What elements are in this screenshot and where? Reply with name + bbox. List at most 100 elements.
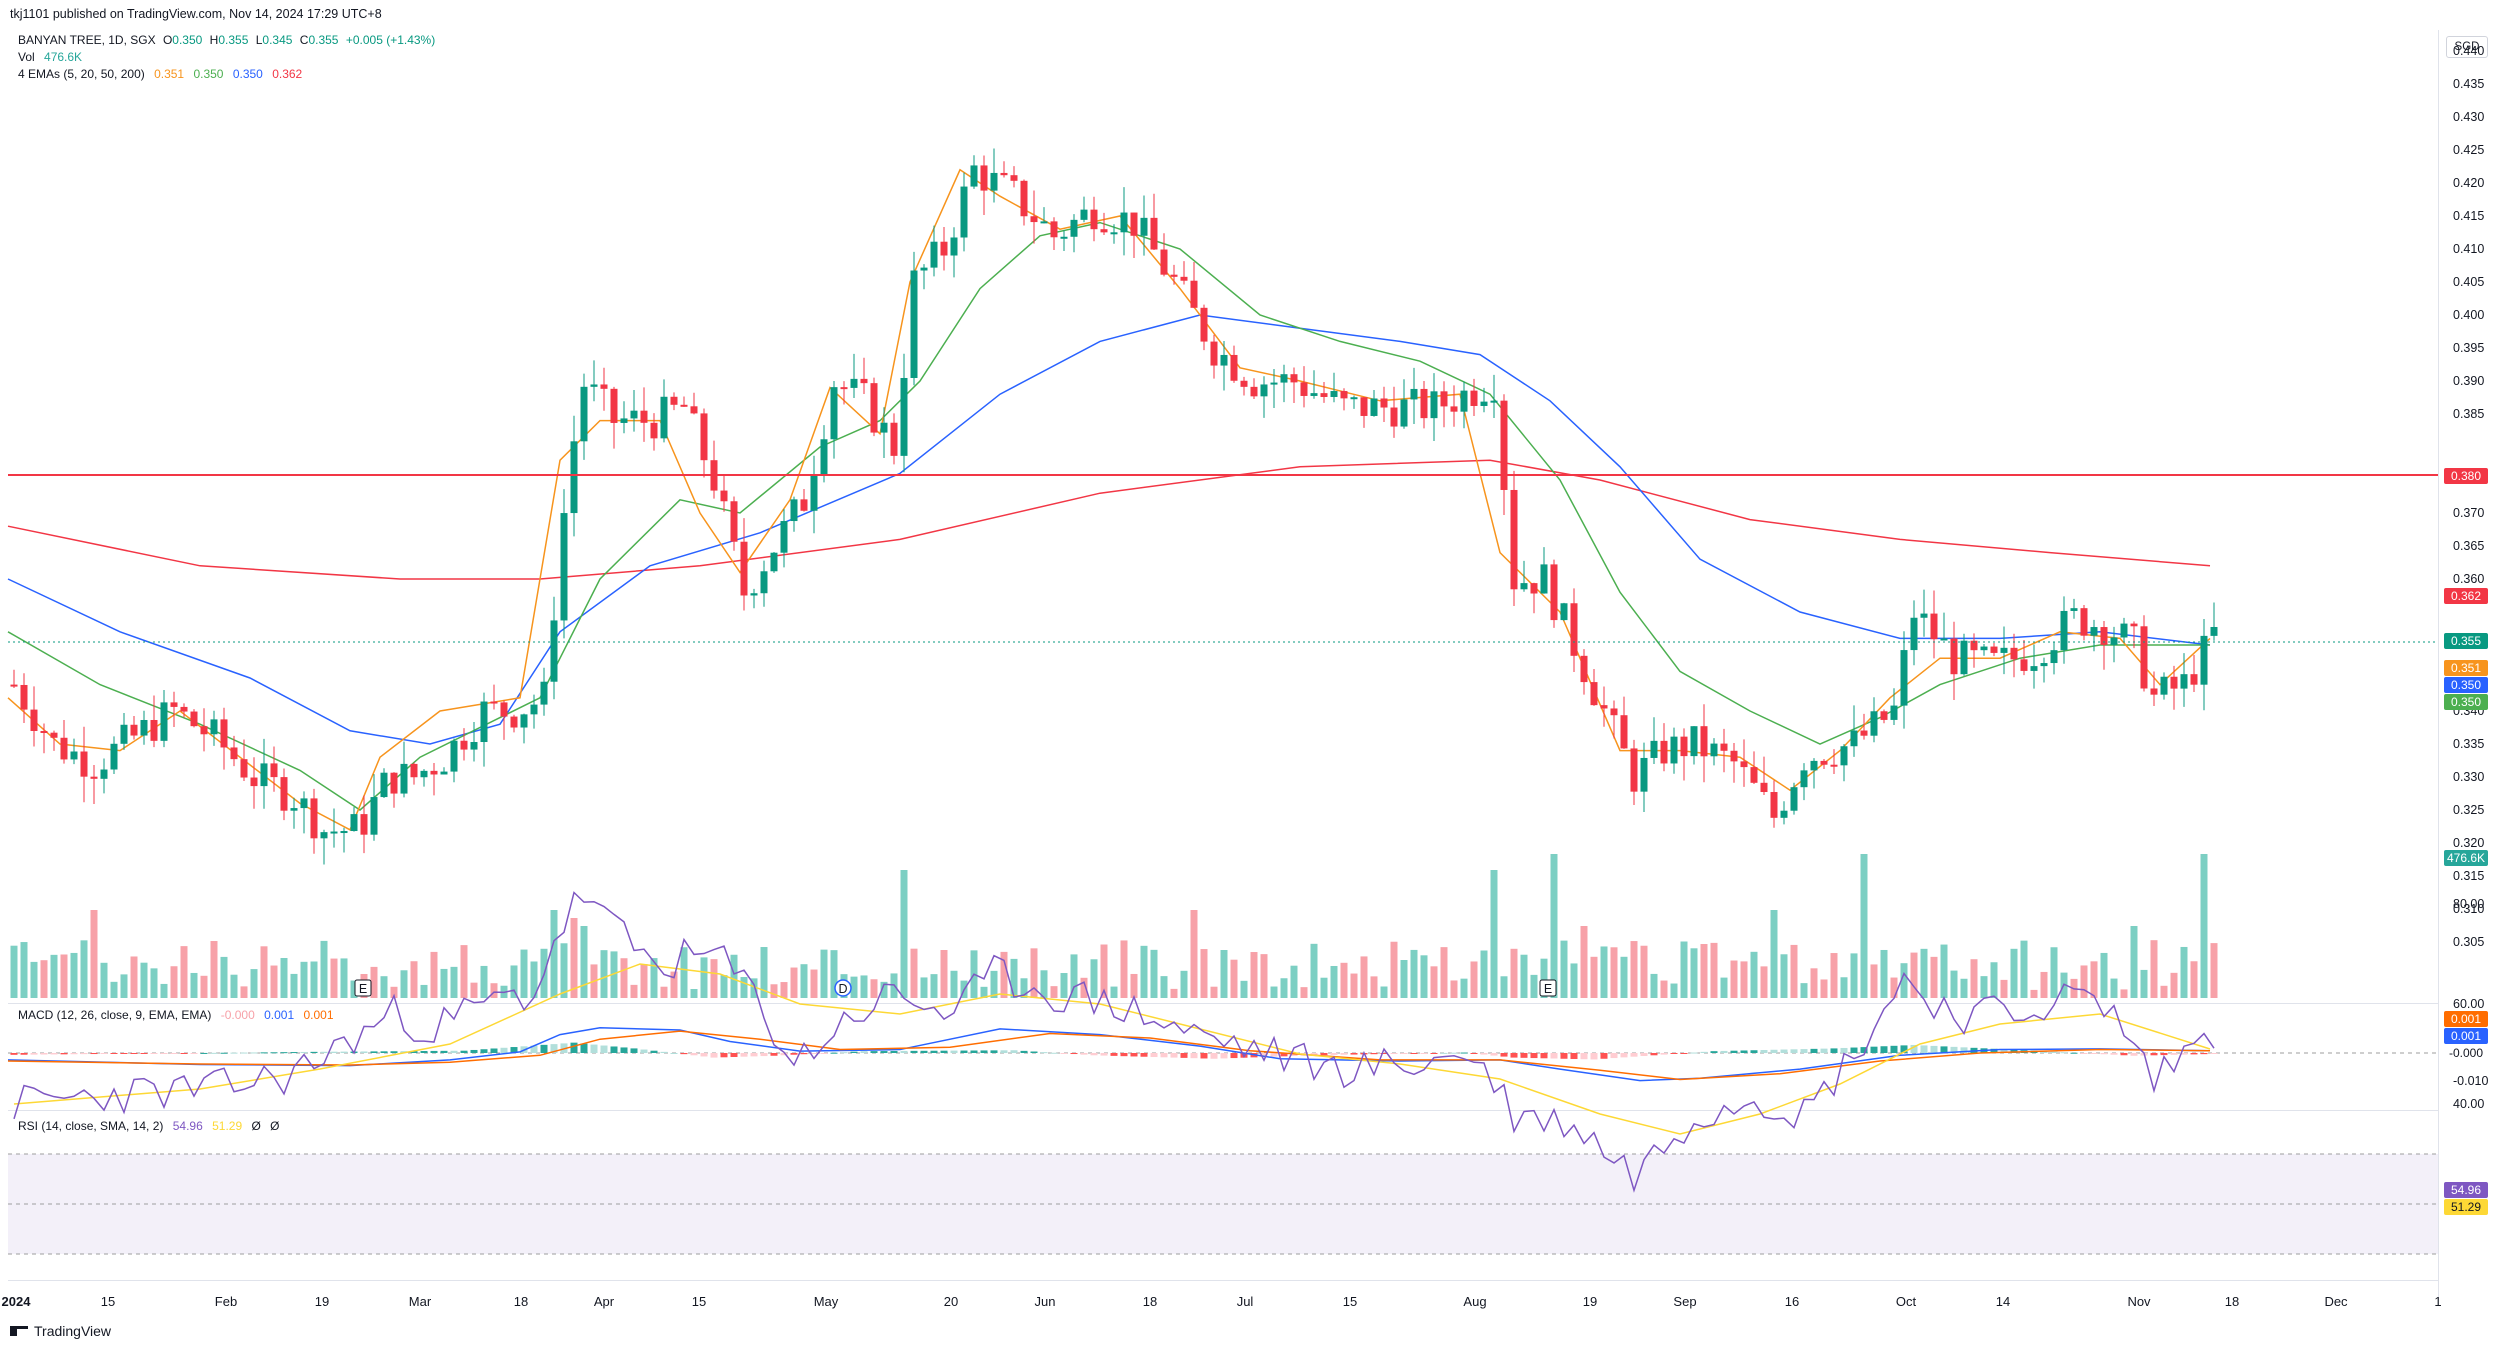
macd-histogram-bar bbox=[50, 1053, 58, 1055]
candle-body bbox=[1940, 638, 1948, 641]
volume-bar bbox=[220, 956, 228, 998]
volume-bar bbox=[380, 976, 388, 998]
macd-histogram-bar bbox=[1430, 1053, 1438, 1054]
candle-body bbox=[1670, 736, 1678, 764]
candle-body bbox=[10, 684, 18, 687]
macd-histogram-bar bbox=[130, 1053, 138, 1054]
volume-bar bbox=[230, 974, 238, 998]
macd-histogram-bar bbox=[200, 1052, 208, 1054]
candle-body bbox=[1470, 390, 1478, 406]
candle-body bbox=[1450, 406, 1458, 412]
ema20-badge: 0.350 bbox=[2444, 694, 2488, 710]
candle-body bbox=[2060, 610, 2068, 651]
volume-bar bbox=[2110, 978, 2118, 998]
volume-bar bbox=[990, 970, 998, 998]
ema5-line bbox=[7, 168, 2211, 831]
volume-bar bbox=[620, 958, 628, 998]
volume-bar bbox=[1840, 977, 1848, 998]
macd-histogram-bar bbox=[1540, 1053, 1548, 1059]
macd-histogram-bar bbox=[890, 1050, 898, 1053]
volume-bar bbox=[660, 986, 668, 998]
candle-body bbox=[2080, 608, 2088, 636]
volume-bar bbox=[1460, 978, 1468, 998]
time-axis[interactable]: 2024 15 Feb 19 Mar 18 Apr 15 May 20 Jun 18 Jul 15 Aug 1… bbox=[2, 1294, 2442, 1309]
ema-legend[interactable]: 4 EMAs (5, 20, 50, 200) 0.351 0.350 0.35… bbox=[18, 67, 302, 81]
candle-body bbox=[1850, 730, 1858, 747]
candle-body bbox=[1650, 740, 1658, 758]
candle-body bbox=[1060, 236, 1068, 239]
volume-bar bbox=[400, 970, 408, 998]
time-tick-label: 18 bbox=[514, 1294, 528, 1309]
volume-bar bbox=[1980, 976, 1988, 998]
macd-histogram-bar bbox=[450, 1050, 458, 1053]
time-tick-label: Oct bbox=[1896, 1294, 1917, 1309]
macd-histogram-bar bbox=[1070, 1053, 1078, 1055]
candle-body bbox=[700, 413, 708, 461]
macd-histogram-bar bbox=[1830, 1048, 1838, 1053]
macd-histogram-bar bbox=[270, 1052, 278, 1054]
price-tick-label: 0.385 bbox=[2453, 407, 2484, 421]
macd-histogram-bar bbox=[470, 1049, 478, 1053]
volume-bar bbox=[1490, 870, 1498, 998]
candle-body bbox=[160, 702, 168, 741]
candle-body bbox=[990, 172, 998, 191]
macd-histogram-bar bbox=[1550, 1053, 1558, 1059]
symbol-legend[interactable]: BANYAN TREE, 1D, SGX O0.350 H0.355 L0.34… bbox=[18, 33, 435, 47]
volume-bar bbox=[1830, 953, 1838, 998]
macd-legend[interactable]: MACD (12, 26, close, 9, EMA, EMA) -0.000… bbox=[18, 1008, 334, 1022]
macd-histogram-bar bbox=[1400, 1053, 1408, 1054]
macd-histogram-bar bbox=[1140, 1053, 1148, 1057]
macd-histogram-bar bbox=[1600, 1053, 1608, 1059]
macd-histogram-bar bbox=[2120, 1053, 2128, 1056]
candle-body bbox=[1540, 564, 1548, 594]
macd-histogram-bar bbox=[950, 1050, 958, 1053]
macd-histogram-bar bbox=[330, 1051, 338, 1053]
price-tick-label: 0.315 bbox=[2453, 869, 2484, 883]
volume-bar bbox=[1180, 970, 1188, 998]
volume-bar bbox=[1990, 962, 1998, 998]
volume-bar bbox=[130, 956, 138, 998]
candle-body bbox=[300, 798, 308, 809]
candle-body bbox=[1760, 782, 1768, 793]
currency-button[interactable]: SGD bbox=[2446, 36, 2488, 58]
candle-body bbox=[1860, 730, 1868, 736]
candle-body bbox=[2010, 647, 2018, 660]
macd-histogram-bar bbox=[160, 1053, 168, 1054]
macd-histogram-bar bbox=[1930, 1045, 1938, 1053]
candle-body bbox=[1870, 711, 1878, 736]
candle-body bbox=[1230, 354, 1238, 381]
candle-body bbox=[1460, 390, 1468, 412]
candle-body bbox=[1030, 216, 1038, 223]
volume-bar bbox=[930, 974, 938, 998]
candle-body bbox=[440, 771, 448, 775]
candle-body bbox=[1730, 750, 1738, 762]
volume-bar bbox=[510, 965, 518, 998]
macd-histogram-bar bbox=[300, 1051, 308, 1053]
volume-bar bbox=[1480, 950, 1488, 998]
time-tick-label: 20 bbox=[944, 1294, 958, 1309]
candle-body bbox=[350, 814, 358, 832]
volume-bar bbox=[60, 954, 68, 998]
rsi-tick-label: 40.00 bbox=[2453, 1097, 2484, 1111]
volume-bar bbox=[1630, 941, 1638, 998]
candle-body bbox=[400, 763, 408, 794]
price-tick-label: 0.305 bbox=[2453, 935, 2484, 949]
macd-histogram-bar bbox=[940, 1050, 948, 1053]
rsi-legend[interactable]: RSI (14, close, SMA, 14, 2) 54.96 51.29 … bbox=[18, 1119, 280, 1133]
volume-bar bbox=[2200, 854, 2208, 998]
chart-canvas[interactable]: 0.4400.4350.4300.4250.4200.4150.4100.405… bbox=[0, 0, 2510, 1350]
macd-histogram-bar bbox=[1340, 1053, 1348, 1055]
price-tick-label: 0.420 bbox=[2453, 176, 2484, 190]
volume-bar bbox=[810, 969, 818, 998]
macd-histogram-bar bbox=[1730, 1050, 1738, 1053]
macd-histogram-bar bbox=[930, 1050, 938, 1053]
volume-bar bbox=[1670, 983, 1678, 998]
volume-bar bbox=[1150, 949, 1158, 998]
candle-body bbox=[620, 418, 628, 423]
volume-bar bbox=[2150, 940, 2158, 998]
volume-legend[interactable]: Vol 476.6K bbox=[18, 50, 82, 64]
macd-histogram-bar bbox=[110, 1053, 118, 1054]
candle-body bbox=[600, 384, 608, 389]
volume-bar bbox=[170, 966, 178, 998]
candle-body bbox=[1740, 761, 1748, 768]
